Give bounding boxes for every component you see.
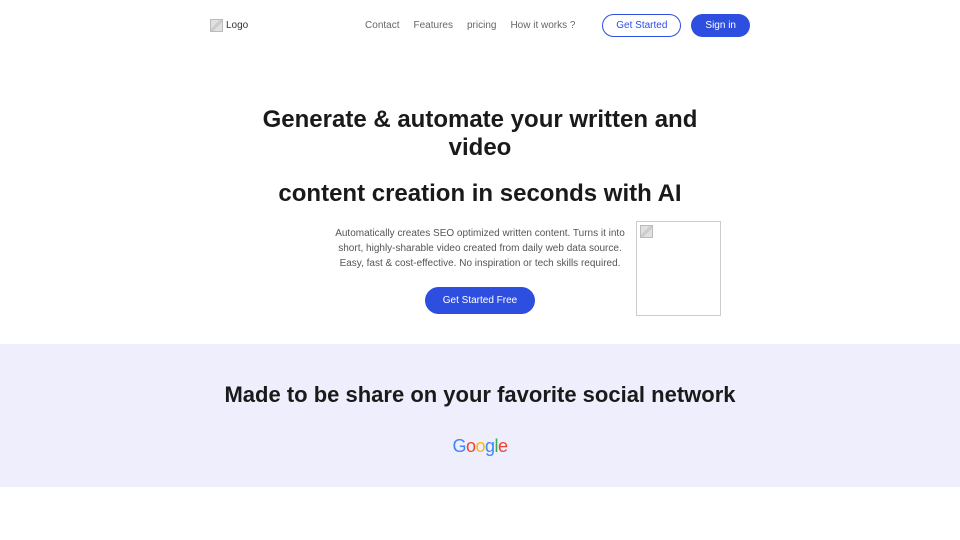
sign-in-button[interactable]: Sign in bbox=[691, 14, 750, 37]
header: Logo Contact Features pricing How it wor… bbox=[0, 0, 960, 51]
nav-how-it-works[interactable]: How it works ? bbox=[510, 20, 575, 31]
hero-title-line1: Generate & automate your written and vid… bbox=[263, 106, 698, 161]
nav-features[interactable]: Features bbox=[414, 20, 453, 31]
get-started-button[interactable]: Get Started bbox=[602, 14, 681, 37]
hero-subtitle: Automatically creates SEO optimized writ… bbox=[325, 226, 635, 271]
main-nav: Contact Features pricing How it works ? bbox=[365, 20, 575, 31]
nav-pricing[interactable]: pricing bbox=[467, 20, 496, 31]
header-actions: Get Started Sign in bbox=[602, 14, 750, 37]
hero-section: Generate & automate your written and vid… bbox=[0, 51, 960, 344]
nav-contact[interactable]: Contact bbox=[365, 20, 399, 31]
google-logo: Google bbox=[0, 436, 960, 457]
get-started-free-button[interactable]: Get Started Free bbox=[425, 287, 535, 314]
hero-image-broken bbox=[636, 221, 721, 316]
hero-title: Generate & automate your written and vid… bbox=[230, 106, 730, 208]
logo[interactable]: Logo bbox=[210, 19, 248, 32]
social-heading: Made to be share on your favorite social… bbox=[0, 382, 960, 408]
logo-alt-text: Logo bbox=[226, 20, 248, 31]
hero-title-line2: content creation in seconds with AI bbox=[230, 180, 730, 208]
social-section: Made to be share on your favorite social… bbox=[0, 344, 960, 487]
